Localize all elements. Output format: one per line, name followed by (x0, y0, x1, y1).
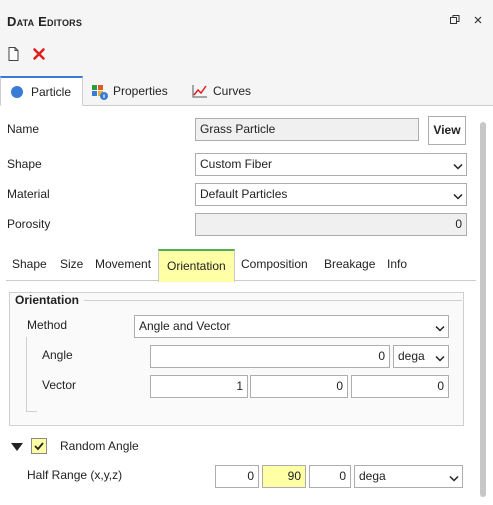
tab-orientation[interactable]: Orientation (158, 249, 235, 282)
name-field[interactable]: Grass Particle (195, 118, 419, 141)
method-label: Method (27, 318, 68, 332)
toolbar (0, 44, 493, 66)
vector-z-field[interactable]: 0 (351, 375, 449, 398)
main-tab-bar: Particle Properties Curves (0, 74, 493, 106)
view-button[interactable]: View (428, 116, 466, 145)
half-range-unit-select[interactable]: dega (354, 465, 463, 488)
half-range-z-field[interactable]: 0 (309, 465, 351, 488)
material-select-value: Default Particles (200, 187, 288, 201)
data-editors-panel: Data Editors Particle Properties Curves … (0, 0, 493, 505)
close-icon[interactable] (471, 14, 485, 28)
porosity-field[interactable]: 0 (195, 213, 467, 236)
half-range-unit-value: dega (359, 469, 386, 483)
tab-movement[interactable]: Movement (95, 257, 151, 271)
chevron-down-icon (435, 352, 445, 362)
material-select[interactable]: Default Particles (195, 183, 467, 206)
tab-properties[interactable]: Properties (92, 76, 184, 106)
angle-unit-value: dega (398, 349, 425, 363)
tab-breakage[interactable]: Breakage (324, 257, 375, 271)
toolbar-separator (0, 66, 493, 74)
angle-field[interactable]: 0 (150, 345, 390, 368)
tab-info[interactable]: Info (387, 257, 407, 271)
shape-select-value: Custom Fiber (200, 157, 273, 171)
tab-size[interactable]: Size (60, 257, 83, 271)
angle-label: Angle (42, 348, 73, 362)
new-document-icon[interactable] (6, 46, 22, 62)
shape-select[interactable]: Custom Fiber (195, 153, 467, 176)
tab-properties-label: Properties (113, 84, 168, 98)
vector-y-field[interactable]: 0 (250, 375, 348, 398)
orientation-group-title: Orientation (15, 293, 80, 307)
collapse-toggle-icon[interactable] (11, 441, 23, 451)
tab-curves-label: Curves (213, 84, 252, 98)
tab-shape[interactable]: Shape (12, 257, 47, 271)
random-angle-checkbox[interactable] (31, 438, 47, 454)
vector-x-field[interactable]: 1 (150, 375, 248, 398)
panel-title: Data Editors (7, 14, 83, 29)
properties-icon (92, 84, 108, 100)
tab-particle[interactable]: Particle (0, 76, 83, 106)
tab-curves[interactable]: Curves (192, 76, 272, 106)
name-label: Name (7, 122, 40, 136)
half-range-label: Half Range (x,y,z) (27, 468, 123, 482)
chevron-down-icon (453, 190, 463, 200)
tab-particle-label: Particle (31, 84, 72, 99)
restore-window-icon[interactable] (448, 14, 462, 28)
sub-tab-bar: Shape Size Movement Orientation Composit… (6, 249, 476, 282)
porosity-label: Porosity (7, 217, 51, 231)
half-range-y-field[interactable]: 90 (262, 465, 306, 488)
material-label: Material (7, 187, 50, 201)
title-bar: Data Editors (0, 0, 493, 44)
angle-unit-select[interactable]: dega (393, 345, 449, 368)
vector-label: Vector (42, 378, 77, 392)
chevron-down-icon (453, 160, 463, 170)
random-angle-label: Random Angle (60, 439, 139, 453)
tree-connector (26, 337, 37, 412)
chevron-down-icon (435, 322, 445, 332)
shape-label: Shape (7, 157, 42, 171)
curves-icon (192, 84, 207, 98)
group-divider (84, 300, 462, 301)
chevron-down-icon (449, 472, 459, 482)
tab-composition[interactable]: Composition (241, 257, 308, 271)
particle-icon (10, 85, 24, 99)
half-range-x-field[interactable]: 0 (215, 465, 259, 488)
scrollbar-thumb[interactable] (480, 122, 486, 497)
delete-icon[interactable] (31, 46, 47, 62)
method-select[interactable]: Angle and Vector (134, 315, 449, 338)
method-select-value: Angle and Vector (139, 319, 231, 333)
